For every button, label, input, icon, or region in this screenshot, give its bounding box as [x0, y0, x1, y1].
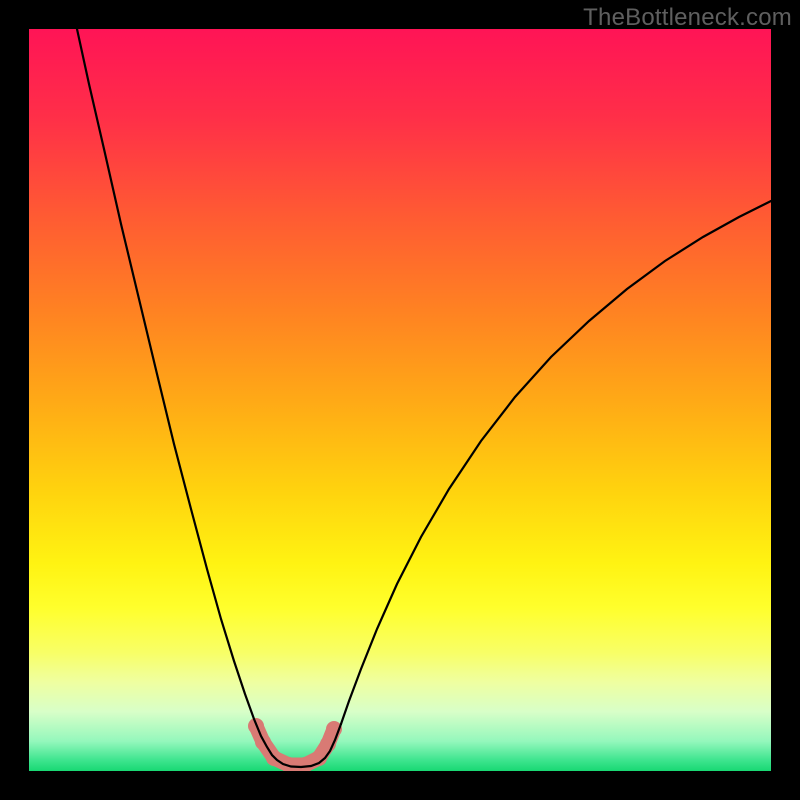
chart-plot-area: [29, 29, 771, 771]
chart-svg: [29, 29, 771, 771]
watermark-text: TheBottleneck.com: [583, 4, 792, 32]
chart-background: [29, 29, 771, 771]
